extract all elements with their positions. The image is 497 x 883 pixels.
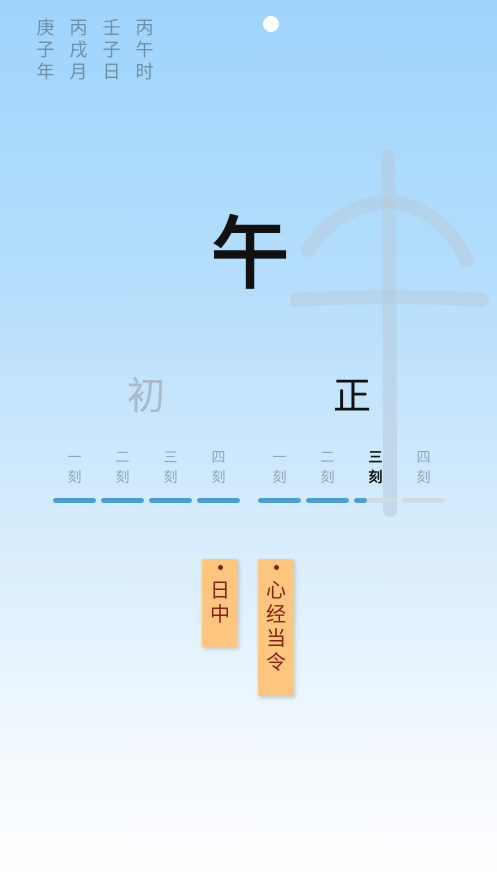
- ganzhi-char: 年: [36, 62, 55, 83]
- ke-progress-fill: [354, 498, 367, 503]
- ke-progress-bar: [149, 498, 192, 503]
- ke-label: 一刻: [272, 450, 287, 486]
- ke-label: 二刻: [320, 450, 335, 486]
- ke-progress-bar: [258, 498, 301, 503]
- ke-item: 二刻: [306, 448, 349, 503]
- ganzhi-char: 子: [36, 40, 55, 61]
- ganzhi-year: 庚 子 年: [36, 18, 55, 84]
- ke-item: 三刻: [149, 448, 192, 503]
- ke-progress-bar: [306, 498, 349, 503]
- ke-progress-fill: [101, 498, 144, 503]
- ke-label: 二刻: [115, 450, 130, 486]
- ke-progress-fill: [53, 498, 96, 503]
- tag-dot-icon: [273, 565, 279, 570]
- ke-item: 四刻: [402, 448, 445, 503]
- half-hour-zheng: 正: [332, 374, 371, 418]
- ganzhi-char: 丙: [135, 18, 154, 39]
- ganzhi-day: 壬 子 日: [102, 18, 121, 84]
- ke-item: 二刻: [101, 448, 144, 503]
- tag-char: 当: [266, 626, 286, 650]
- tag-dot-icon: [217, 565, 223, 570]
- ke-progress-fill: [197, 498, 240, 503]
- ke-item: 一刻: [258, 448, 301, 503]
- ke-progress-fill: [149, 498, 192, 503]
- ganzhi-char: 丙: [69, 18, 88, 39]
- ganzhi-month: 丙 戌 月: [69, 18, 88, 84]
- ganzhi-hour: 丙 午 时: [135, 18, 154, 84]
- ke-item: 四刻: [197, 448, 240, 503]
- ke-progress-bar: [197, 498, 240, 503]
- ke-progress-bar: [53, 498, 96, 503]
- ganzhi-char: 壬: [102, 18, 121, 39]
- ke-item: 一刻: [53, 448, 96, 503]
- tag-xinjing-dangling[interactable]: 心 经 当 令: [258, 559, 294, 696]
- ke-label: 四刻: [211, 450, 226, 486]
- tag-char: 令: [266, 650, 286, 674]
- ganzhi-char: 戌: [69, 40, 88, 61]
- ke-progress-bar: [354, 498, 397, 503]
- ganzhi-char: 午: [135, 40, 154, 61]
- ke-group-zheng: 一刻 二刻 三刻 四刻: [258, 448, 445, 503]
- ke-group-chu: 一刻 二刻 三刻 四刻: [53, 448, 240, 503]
- ganzhi-char: 时: [135, 62, 154, 83]
- ganzhi-char: 月: [69, 62, 88, 83]
- ganzhi-char: 子: [102, 40, 121, 61]
- tag-char: 日: [210, 578, 230, 602]
- tag-char: 中: [210, 602, 230, 626]
- ke-label: 三刻: [368, 450, 383, 486]
- ke-label: 一刻: [67, 450, 82, 486]
- tag-char: 经: [266, 602, 286, 626]
- ganzhi-char: 庚: [36, 18, 55, 39]
- half-hour-chu: 初: [126, 374, 165, 418]
- ganzhi-char: 日: [102, 62, 121, 83]
- ganzhi-date: 庚 子 年 丙 戌 月 壬 子 日 丙 午 时: [36, 18, 154, 84]
- tag-char: 心: [266, 578, 286, 602]
- current-hour-char: 午: [210, 209, 289, 300]
- ke-progress-fill: [258, 498, 301, 503]
- moon-icon: [263, 16, 279, 32]
- tag-rizhong[interactable]: 日 中: [202, 559, 238, 647]
- ke-progress-bar: [402, 498, 445, 503]
- ke-item-current: 三刻: [354, 448, 397, 503]
- ke-progress-bar: [101, 498, 144, 503]
- ke-label: 四刻: [416, 450, 431, 486]
- ke-progress-fill: [306, 498, 349, 503]
- ke-label: 三刻: [163, 450, 178, 486]
